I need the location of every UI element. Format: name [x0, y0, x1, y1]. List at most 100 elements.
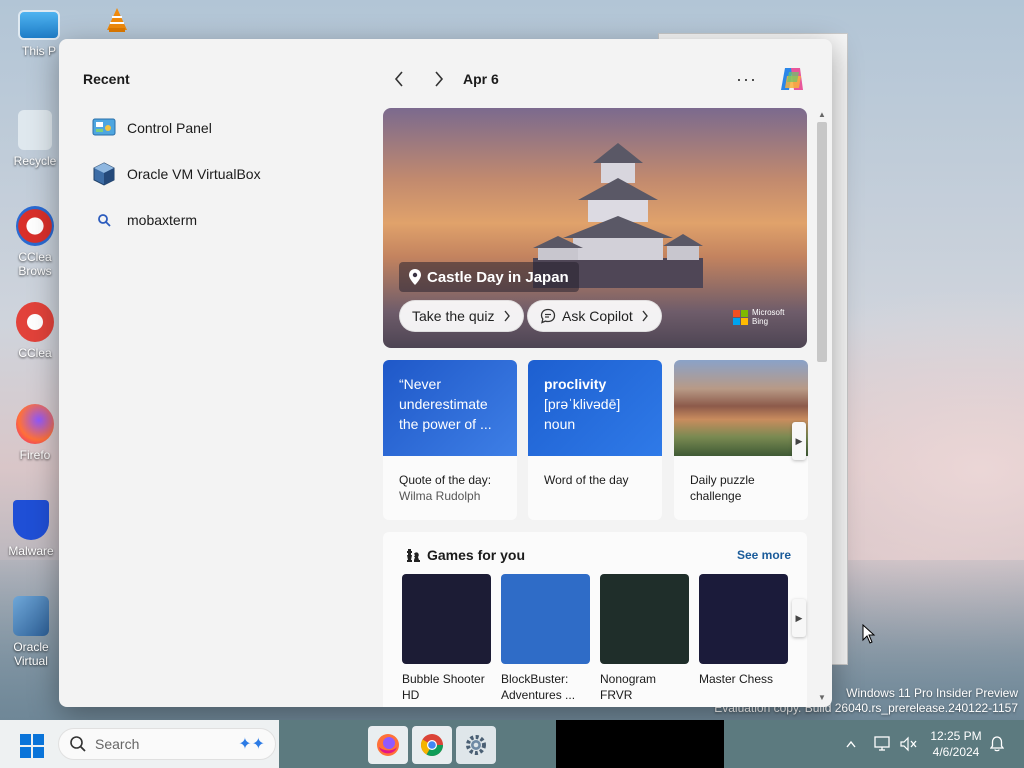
next-day-button[interactable]: [423, 63, 455, 95]
scroll-down-icon[interactable]: ▼: [818, 693, 826, 702]
hero-location-label[interactable]: Castle Day in Japan: [399, 262, 579, 292]
desktop-icon-label: Malware: [8, 544, 54, 558]
taskbar-chrome-button[interactable]: [412, 726, 452, 764]
desktop-icon-oracle-virtualbox[interactable]: Oracle Virtual: [0, 596, 62, 668]
feed-scrollbar[interactable]: ▲ ▼: [814, 108, 830, 705]
game-item[interactable]: Nonogram FRVR: [600, 574, 690, 703]
card-subtitle: Wilma Rudolph: [399, 489, 481, 503]
more-options-button[interactable]: ···: [736, 69, 757, 90]
speaker-muted-icon: [900, 736, 917, 752]
taskbar-firefox-button[interactable]: [368, 726, 408, 764]
puzzle-image: [674, 360, 808, 456]
game-item[interactable]: Master Chess: [699, 574, 789, 687]
game-thumbnail: [402, 574, 491, 664]
virtualbox-icon: [91, 161, 117, 187]
recent-item-label: Control Panel: [127, 120, 212, 136]
windows-logo-tile: [20, 747, 31, 758]
game-name: Nonogram FRVR: [600, 672, 657, 702]
desktop-icon-recycle-bin[interactable]: Recycle: [4, 110, 66, 168]
widgets-feed: Castle Day in Japan Take the quiz Ask Co…: [383, 108, 808, 707]
quote-text: “Never underestimate the power of ...: [383, 360, 517, 456]
brand-line: Bing: [752, 317, 769, 326]
ccleaner-browser-icon: [16, 206, 54, 246]
desktop-icon-label: CClea Brows: [18, 250, 52, 278]
network-icon: [874, 736, 890, 751]
vlc-icon[interactable]: [106, 8, 128, 32]
game-item[interactable]: BlockBuster: Adventures ...: [501, 574, 591, 703]
chevron-right-icon: [503, 310, 510, 322]
chevron-up-icon: [846, 740, 856, 748]
clock-time: 12:25 PM: [930, 729, 982, 743]
gear-icon: [466, 735, 486, 755]
microsoft-bing-logo: Microsoft Bing: [733, 308, 784, 326]
search-icon: [91, 207, 117, 233]
game-thumbnail: [600, 574, 689, 664]
scrollbar-thumb[interactable]: [817, 122, 827, 362]
control-panel-icon: [91, 115, 117, 141]
taskbar-settings-button[interactable]: [456, 726, 496, 764]
triangle-right-icon: ▶: [795, 435, 803, 446]
firefox-icon: [16, 404, 54, 444]
chess-pieces-icon: [407, 549, 420, 562]
copilot-icon[interactable]: [777, 64, 807, 94]
card-title: Quote of the day:: [399, 473, 492, 487]
start-button[interactable]: [20, 734, 44, 758]
desktop-icon-label: Oracle Virtual: [13, 640, 49, 668]
brand-line: Microsoft: [752, 308, 785, 317]
recent-item-mobaxterm[interactable]: mobaxterm: [91, 197, 261, 243]
desktop-icon-firefox[interactable]: Firefo: [4, 404, 66, 462]
malwarebytes-icon: [13, 500, 49, 540]
show-hidden-icons-button[interactable]: [846, 720, 856, 768]
scroll-up-icon[interactable]: ▲: [818, 110, 826, 119]
search-placeholder: Search: [95, 736, 140, 752]
game-name: Master Chess: [699, 672, 774, 686]
recent-item-label: Oracle VM VirtualBox: [127, 166, 261, 182]
quote-of-the-day-card[interactable]: “Never underestimate the power of ... Qu…: [383, 360, 517, 520]
desktop-icon-ccleaner-browser[interactable]: CClea Brows: [4, 206, 66, 278]
monitor-icon: [18, 10, 60, 40]
recent-item-control-panel[interactable]: Control Panel: [91, 105, 261, 151]
taskbar-black-region: [556, 720, 724, 768]
hero-card[interactable]: Castle Day in Japan Take the quiz Ask Co…: [383, 108, 807, 348]
ask-copilot-button[interactable]: Ask Copilot: [527, 300, 662, 332]
games-title: Games for you: [427, 547, 526, 563]
game-item[interactable]: Bubble Shooter HD: [402, 574, 492, 703]
windows-logo-tile: [33, 747, 44, 758]
daily-puzzle-card[interactable]: Daily puzzle challenge: [674, 360, 808, 520]
games-header: Games for you See more: [405, 544, 791, 566]
previous-day-button[interactable]: [383, 63, 415, 95]
see-more-link[interactable]: See more: [737, 548, 791, 562]
daily-cards-row: “Never underestimate the power of ... Qu…: [383, 360, 808, 520]
search-icon: [70, 736, 86, 752]
chrome-icon: [421, 734, 443, 756]
game-name: Bubble Shooter HD: [402, 672, 485, 702]
ask-copilot-label: Ask Copilot: [562, 308, 633, 324]
word-pronunciation: [prəˈklivədē]: [544, 396, 621, 412]
taskbar-clock[interactable]: 12:25 PM 4/6/2024: [926, 728, 986, 760]
recent-title: Recent: [83, 71, 130, 87]
games-scroll-right-button[interactable]: ▶: [792, 599, 806, 637]
bell-icon: [990, 736, 1004, 752]
feed-date: Apr 6: [463, 71, 499, 87]
desktop-icon-ccleaner[interactable]: CClea: [4, 302, 66, 360]
sparkle-icon: ✦✦: [238, 736, 265, 753]
notifications-button[interactable]: [990, 720, 1004, 768]
network-status[interactable]: [874, 720, 892, 768]
windows-logo-tile: [20, 734, 31, 745]
game-thumbnail: [501, 574, 590, 664]
word-of-the-day-card[interactable]: proclivity [prəˈklivədē] noun Word of th…: [528, 360, 662, 520]
word-text: proclivity: [544, 376, 607, 392]
take-quiz-label: Take the quiz: [412, 308, 495, 324]
location-pin-icon: [409, 269, 421, 285]
desktop-icon-label: Firefo: [19, 448, 51, 462]
desktop-icon-malwarebytes[interactable]: Malware: [0, 500, 62, 558]
chevron-left-icon: [394, 71, 403, 87]
take-quiz-button[interactable]: Take the quiz: [399, 300, 524, 332]
cards-scroll-right-button[interactable]: ▶: [792, 422, 806, 460]
chat-bubble-icon: [540, 308, 556, 324]
card-title: Daily puzzle challenge: [690, 473, 755, 503]
recent-item-virtualbox[interactable]: Oracle VM VirtualBox: [91, 151, 261, 197]
volume-status[interactable]: [900, 720, 918, 768]
taskbar-search-box[interactable]: Search ✦✦: [58, 728, 276, 760]
clock-date: 4/6/2024: [932, 745, 980, 759]
